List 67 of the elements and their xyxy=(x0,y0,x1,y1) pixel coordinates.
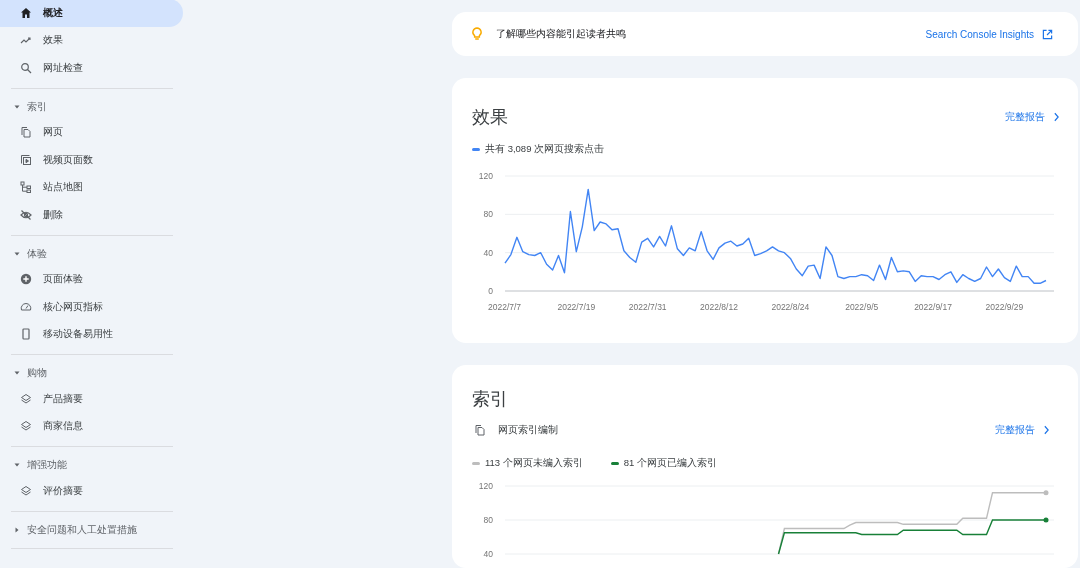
plus-circle-icon xyxy=(20,273,32,286)
nav-item[interactable]: 商家信息 xyxy=(0,412,183,440)
nav-item[interactable]: 页面体验 xyxy=(0,265,183,293)
nav-item[interactable]: 效果 xyxy=(0,26,183,54)
full-report-link[interactable]: 完整报告 xyxy=(1005,110,1060,124)
nav-item[interactable]: 概述 xyxy=(0,0,183,27)
section-header[interactable]: 索引 xyxy=(0,94,183,119)
layers-icon xyxy=(20,420,32,433)
sitemap-icon xyxy=(20,181,32,194)
x-axis-label: 2022/7/7 xyxy=(488,302,522,312)
x-axis-label: 2022/9/5 xyxy=(845,302,879,312)
chevron-right-icon xyxy=(1043,425,1050,435)
y-axis-label: 80 xyxy=(483,515,493,525)
x-axis-label: 2022/9/29 xyxy=(985,302,1024,312)
nav-item[interactable]: 评价摘要 xyxy=(0,477,183,505)
search-icon xyxy=(20,61,32,74)
y-axis-label: 0 xyxy=(488,286,493,296)
x-axis-label: 2022/9/17 xyxy=(914,302,952,312)
y-axis-label: 40 xyxy=(483,247,493,258)
y-axis-label: 120 xyxy=(478,481,493,491)
insight-text: 了解哪些内容能引起读者共鸣 xyxy=(496,27,626,41)
pages-icon xyxy=(20,126,32,139)
section-header[interactable]: 安全问题和人工处置措施 xyxy=(0,517,183,542)
x-axis-label: 2022/8/24 xyxy=(771,302,810,312)
section-header[interactable]: 购物 xyxy=(0,361,183,385)
end-point-marker xyxy=(1043,517,1049,523)
nav-item[interactable]: 产品摘要 xyxy=(0,385,183,413)
home-icon xyxy=(20,6,32,19)
caret-icon xyxy=(14,250,20,257)
hidden-eye-icon xyxy=(20,208,32,221)
legend-label: 113 个网页未编入索引 xyxy=(485,457,583,470)
nav-item[interactable]: 站点地图 xyxy=(0,173,183,201)
insights-link[interactable]: Search Console Insights xyxy=(925,28,1053,40)
x-axis-label: 2022/8/12 xyxy=(700,302,738,312)
y-axis-label: 40 xyxy=(483,549,493,559)
x-axis-label: 2022/7/19 xyxy=(557,302,596,312)
nav-item[interactable]: 核心网页指标 xyxy=(0,293,183,321)
section-header[interactable]: 体验 xyxy=(0,241,183,266)
video-page-icon xyxy=(20,153,32,166)
caret-icon xyxy=(14,370,20,376)
phone-icon xyxy=(20,328,32,341)
section-header[interactable]: 增强功能 xyxy=(0,453,183,477)
chevron-right-icon xyxy=(1053,112,1060,122)
lightbulb-icon xyxy=(471,27,483,41)
nav-item[interactable]: 视频页面数 xyxy=(0,146,183,174)
legend-label: 共有 3,089 次网页搜索点击 xyxy=(485,143,605,156)
y-axis-label: 120 xyxy=(478,171,493,181)
pages-icon xyxy=(474,424,486,436)
y-axis-label: 80 xyxy=(483,209,493,220)
nav-item[interactable]: 网址检查 xyxy=(0,54,183,82)
external-link-icon xyxy=(1042,28,1053,40)
caret-icon xyxy=(14,103,20,110)
nav-item[interactable]: 网页 xyxy=(0,118,183,146)
legend-label: 81 个网页已编入索引 xyxy=(623,457,717,470)
caret-icon xyxy=(14,462,20,468)
caret-icon xyxy=(14,526,20,533)
full-report-link[interactable]: 完整报告 xyxy=(995,423,1050,437)
end-point-marker xyxy=(1043,490,1049,496)
layers-icon xyxy=(20,392,32,405)
nav-item[interactable]: 删除 xyxy=(0,201,183,229)
x-axis-label: 2022/7/31 xyxy=(628,302,667,312)
section-subtitle: 网页索引编制 xyxy=(498,423,558,437)
card-title: 效果 xyxy=(472,106,508,129)
nav-item[interactable]: 移动设备易用性 xyxy=(0,320,183,348)
layers-icon xyxy=(20,484,32,497)
card-title: 索引 xyxy=(472,388,509,411)
gauge-icon xyxy=(20,300,32,313)
